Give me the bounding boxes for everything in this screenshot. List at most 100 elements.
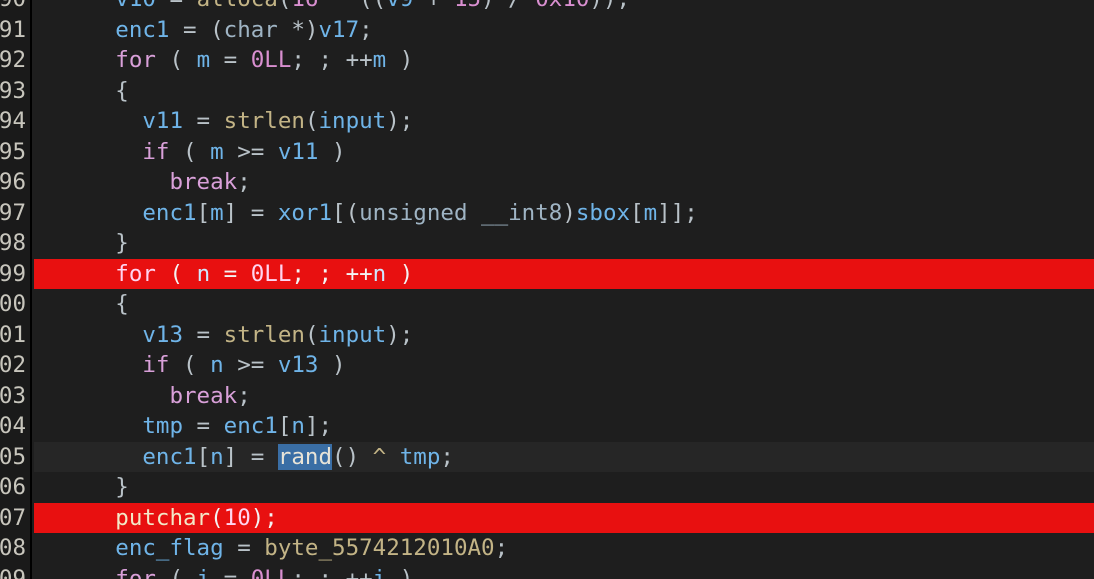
code-line[interactable]: 91 enc1 = (char *)v17; [0,14,1094,46]
code-line[interactable]: 01 v13 = strlen(input); [0,319,1094,351]
line-number: 95 [0,138,26,165]
code-line-text[interactable]: v13 = strlen(input); [34,320,1094,351]
code-token: = [183,413,224,439]
line-number-gutter[interactable]: 00 [0,289,32,320]
code-token: ^ [372,443,387,470]
code-token: enc1 [142,199,197,226]
code-line-text[interactable]: enc1 = (char *)v17; [34,15,1094,46]
line-number-gutter[interactable]: 93 [0,75,32,106]
code-line-text[interactable]: break; [34,381,1094,412]
code-token: () [332,443,373,470]
line-number: 08 [0,535,26,561]
line-number-gutter[interactable]: 91 [0,14,32,45]
code-token: rand [277,443,333,470]
code-line-text[interactable]: putchar(10); [34,502,1094,533]
code-line[interactable]: 92 for ( m = 0LL; ; ++m ) [0,45,1094,76]
line-number: 94 [0,108,26,134]
code-line[interactable]: 05 enc1[n] = rand() ^ tmp; [0,441,1094,472]
code-token: strlen [223,321,305,348]
line-number: 05 [0,443,26,470]
line-number-gutter[interactable]: 01 [0,319,32,350]
code-token: [( [332,199,360,226]
code-line[interactable]: 90 v10 = alloca(16 * ((v9 + 15) / 0x10))… [0,0,1094,15]
code-token: byte_5574212010A0 [264,535,495,561]
line-number-gutter[interactable]: 92 [0,45,32,76]
code-token: >= [223,138,278,165]
code-line-text[interactable]: { [34,76,1094,107]
line-number: 02 [0,352,26,378]
code-token: { [115,291,129,317]
line-number-gutter[interactable]: 90 [0,0,32,15]
code-token: n [210,443,224,470]
code-line[interactable]: 96 break; [0,167,1094,198]
code-line[interactable]: 02 if ( n >= v13 ) [0,350,1094,381]
code-line-text[interactable]: if ( n >= v13 ) [34,350,1094,381]
code-line-text[interactable]: } [34,472,1094,503]
line-number-gutter[interactable]: 06 [0,472,32,503]
code-line[interactable]: 97 enc1[m] = xor1[(unsigned __int8)sbox[… [0,197,1094,229]
code-line[interactable]: 07 putchar(10); [0,502,1094,533]
line-number-gutter[interactable]: 94 [0,106,32,137]
code-line-text[interactable]: tmp = enc1[n]; [34,411,1094,442]
line-number-gutter[interactable]: 07 [0,502,32,533]
code-line[interactable]: 00 { [0,289,1094,320]
code-line-text[interactable]: for ( m = 0LL; ; ++m ) [34,45,1094,76]
code-line-text[interactable]: v10 = alloca(16 * ((v9 + 15) / 0x10)); [34,0,1094,15]
line-number-gutter[interactable]: 02 [0,350,32,381]
code-token: tmp [142,413,184,439]
code-line-text[interactable]: break; [34,167,1094,198]
code-line[interactable]: 06 } [0,472,1094,503]
line-number-gutter[interactable]: 97 [0,197,32,228]
code-line[interactable]: 08 enc_flag = byte_5574212010A0; [0,533,1094,564]
code-line-text[interactable]: { [34,289,1094,320]
code-token: ] = [223,443,278,470]
line-number-gutter[interactable]: 98 [0,228,32,259]
line-number-gutter[interactable]: 05 [0,441,32,472]
code-token: for [115,47,156,73]
line-number-gutter[interactable]: 96 [0,167,32,198]
code-token: ( [278,0,292,12]
code-line[interactable]: 03 break; [0,380,1094,412]
code-line[interactable]: 98 } [0,228,1094,259]
code-token: char [223,16,278,43]
decompiler-code-view[interactable]: 90 v10 = alloca(16 * ((v9 + 15) / 0x10))… [0,0,1094,579]
code-token: m [210,138,224,165]
line-number-gutter[interactable]: 08 [0,533,32,564]
code-line[interactable]: 95 if ( m >= v11 ) [0,136,1094,168]
code-line[interactable]: 94 v11 = strlen(input); [0,106,1094,137]
code-token: ); [386,108,414,134]
code-token: ) [562,199,576,226]
code-line-text[interactable]: for ( n = 0LL; ; ++n ) [34,258,1094,289]
code-token: ) [386,47,414,73]
code-token: i [372,565,387,579]
line-number-gutter[interactable]: 95 [0,136,32,167]
code-line[interactable]: 04 tmp = enc1[n]; [0,411,1094,442]
line-number: 97 [0,199,26,226]
code-line-text[interactable]: v11 = strlen(input); [34,106,1094,137]
code-token: ) [318,138,346,165]
code-line[interactable]: 99 for ( n = 0LL; ; ++n ) [0,258,1094,289]
line-number-gutter[interactable]: 09 [0,563,32,579]
code-line[interactable]: 93 { [0,75,1094,107]
line-number-gutter[interactable]: 03 [0,380,32,411]
code-line-text[interactable]: enc_flag = byte_5574212010A0; [34,533,1094,564]
code-line-text[interactable]: } [34,228,1094,259]
code-line[interactable]: 09 for ( i = 0LL; ; ++i ) [0,563,1094,579]
line-number: 07 [0,504,26,531]
code-token: { [115,77,129,104]
code-token: enc1 [223,413,278,439]
code-token: v11 [277,138,319,165]
code-line-text[interactable]: enc1[m] = xor1[(unsigned __int8)sbox[m]]… [34,198,1094,229]
line-number-gutter[interactable]: 99 [0,258,32,289]
code-token: 0LL [250,47,292,73]
line-number-gutter[interactable]: 04 [0,411,32,442]
code-token: putchar [115,504,211,531]
code-line-text[interactable]: if ( m >= v11 ) [34,137,1094,168]
code-line-text[interactable]: for ( i = 0LL; ; ++i ) [34,564,1094,579]
code-token: 0LL [250,565,292,579]
code-line-text[interactable]: enc1[n] = rand() ^ tmp; [34,441,1094,472]
